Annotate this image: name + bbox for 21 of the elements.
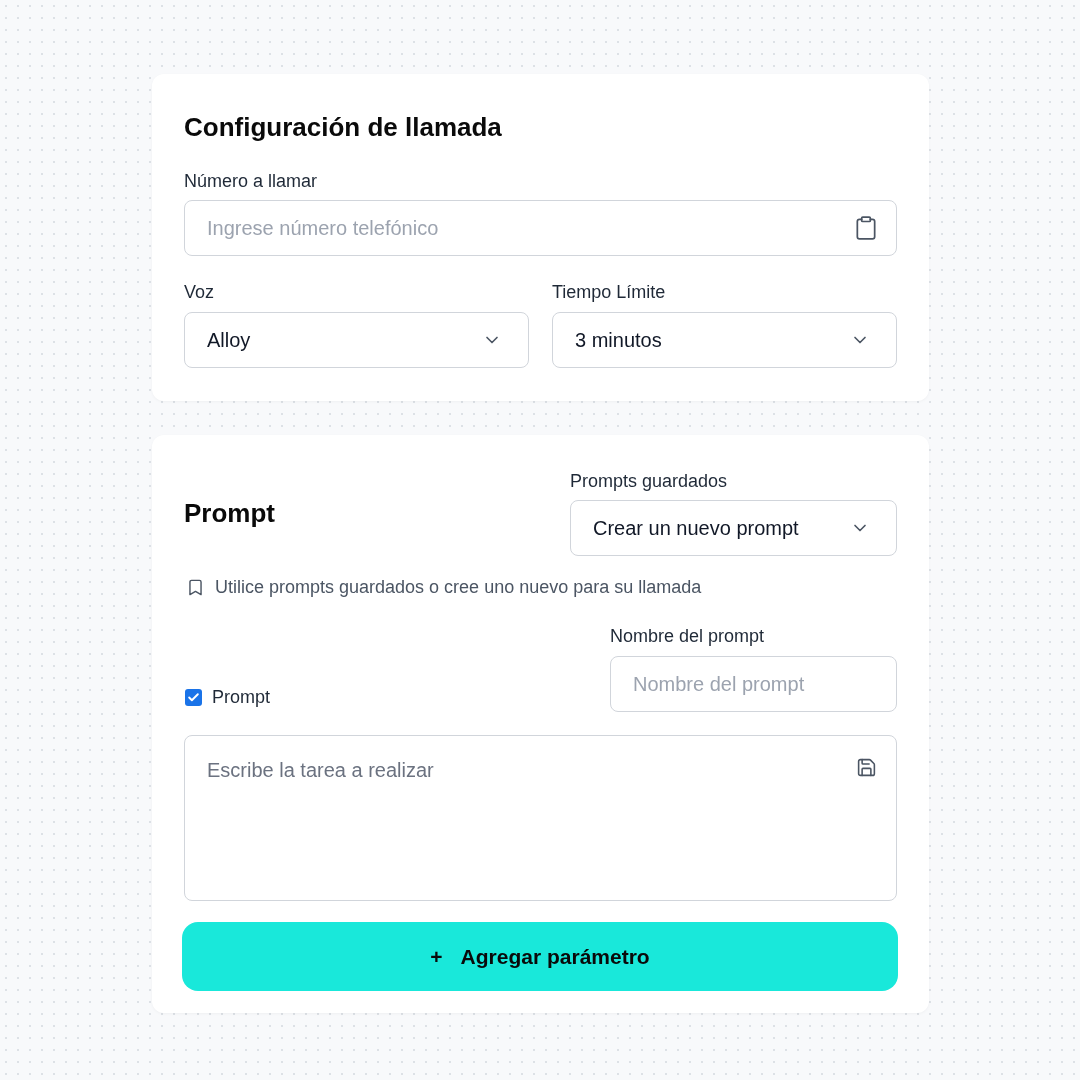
clipboard-icon[interactable] xyxy=(853,215,879,241)
prompt-checkbox[interactable] xyxy=(185,688,202,706)
prompt-name-input[interactable]: Nombre del prompt xyxy=(610,656,897,712)
checkbox-label: Prompt xyxy=(212,686,271,709)
field-label: Número a llamar xyxy=(184,170,318,193)
add-parameter-button[interactable]: + Agregar parámetro xyxy=(182,922,898,991)
phone-input[interactable]: Ingrese número telefónico xyxy=(184,200,897,256)
card-title: Configuración de llamada xyxy=(184,111,502,143)
section-title: Prompt xyxy=(184,496,275,529)
field-label: Voz xyxy=(184,281,215,304)
voice-select[interactable]: Alloy xyxy=(184,312,529,368)
checkmark-icon xyxy=(187,690,200,704)
field-label: Tiempo Límite xyxy=(552,281,666,304)
field-label: Prompts guardados xyxy=(570,470,728,493)
task-textarea[interactable]: Escribe la tarea a realizar xyxy=(184,735,897,901)
bookmark-icon xyxy=(186,577,205,597)
field-label: Nombre del prompt xyxy=(610,625,765,648)
hint-text: Utilice prompts guardados o cree uno nuevo para su llamada xyxy=(215,576,702,599)
saved-prompts-select[interactable]: Crear un nuevo prompt xyxy=(570,500,897,556)
time-limit-select[interactable]: 3 minutos xyxy=(552,312,897,368)
save-icon[interactable] xyxy=(856,757,877,778)
